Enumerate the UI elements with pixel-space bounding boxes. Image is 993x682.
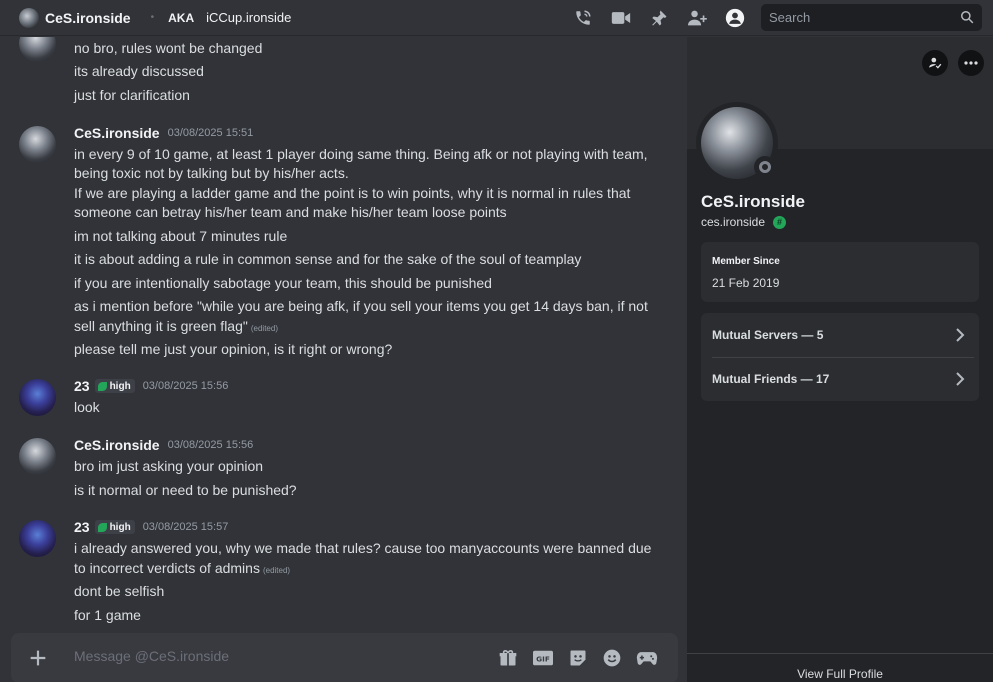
- clan-tag[interactable]: high: [94, 520, 135, 534]
- message-text: to incorrect verdicts of admins: [74, 560, 260, 576]
- view-full-profile-button[interactable]: View Full Profile: [687, 653, 993, 682]
- leaf-icon: [97, 522, 107, 532]
- message-text: im not talking about 7 minutes rule: [74, 228, 288, 244]
- mutual-servers-row[interactable]: Mutual Servers — 5: [701, 313, 979, 357]
- message-text-edited: to incorrect verdicts of admins (edited): [74, 558, 654, 581]
- edited-label: (edited): [250, 324, 278, 333]
- user-profile-panel: CeS.ironside ces.ironside # Member Since…: [687, 37, 993, 682]
- message-text: look: [74, 399, 100, 415]
- separator-dot: •: [150, 12, 155, 23]
- avatar[interactable]: [19, 126, 56, 163]
- message-text: no bro, rules wont be changed: [74, 40, 263, 56]
- pin-icon[interactable]: [648, 8, 670, 28]
- dm-avatar[interactable]: [19, 7, 39, 28]
- hashtag-badge-icon[interactable]: #: [773, 215, 787, 229]
- user-profile-icon[interactable]: [724, 8, 746, 28]
- message-text: sell anything it is green flag": [74, 318, 248, 334]
- timestamp: 03/08/2025 15:51: [167, 127, 254, 139]
- avatar[interactable]: [19, 438, 56, 475]
- message-text: it is about adding a rule in common sens…: [74, 251, 582, 267]
- message-text: being toxic not by talking but by his/he…: [74, 165, 349, 181]
- gift-icon[interactable]: [498, 648, 518, 671]
- voice-call-icon[interactable]: [572, 8, 594, 28]
- avatar[interactable]: [19, 37, 56, 62]
- username[interactable]: 23: [74, 519, 90, 535]
- username[interactable]: CeS.ironside: [74, 437, 160, 453]
- profile-username[interactable]: ces.ironside: [701, 215, 765, 229]
- username[interactable]: 23: [74, 378, 90, 394]
- gif-icon[interactable]: GIF: [532, 648, 554, 671]
- message-text: as i mention before "while you are being…: [74, 298, 648, 314]
- search-box[interactable]: [761, 4, 982, 31]
- sticker-icon[interactable]: [568, 648, 588, 671]
- mutual-servers-label: Mutual Servers — 5: [712, 328, 824, 342]
- avatar[interactable]: [19, 520, 56, 557]
- mutuals-card: Mutual Servers — 5 Mutual Friends — 17: [701, 313, 979, 401]
- profile-avatar[interactable]: [696, 102, 778, 184]
- member-since-label: Member Since: [712, 256, 780, 267]
- clan-tag-label: high: [109, 380, 131, 392]
- friend-check-icon: [929, 57, 942, 69]
- svg-text:GIF: GIF: [536, 655, 550, 664]
- more-options-button[interactable]: [958, 50, 984, 76]
- top-bar: CeS.ironside • AKA iCCup.ironside: [0, 0, 993, 36]
- message-text: please tell me just your opinion, is it …: [74, 341, 393, 357]
- message-list[interactable]: no bro, rules wont be changed its alread…: [0, 37, 687, 682]
- timestamp: 03/08/2025 15:56: [167, 439, 254, 451]
- search-input[interactable]: [761, 10, 951, 25]
- timestamp: 03/08/2025 15:56: [142, 380, 229, 392]
- profile-display-name: CeS.ironside: [701, 192, 805, 211]
- message-composer: GIF: [11, 633, 678, 682]
- aka-name: iCCup.ironside: [206, 10, 292, 25]
- message-text-edited: sell anything it is green flag" (edited): [74, 316, 654, 339]
- message-text: someone can betray his/her team and make…: [74, 204, 507, 220]
- search-icon[interactable]: [960, 10, 974, 27]
- message-text: its already discussed: [74, 63, 204, 79]
- message-text: dont be selfish: [74, 583, 165, 599]
- member-since-card: Member Since 21 Feb 2019: [701, 242, 979, 302]
- aka-label: AKA: [168, 10, 195, 25]
- message-text: for 1 game: [74, 607, 141, 623]
- friend-status-button[interactable]: [922, 50, 948, 76]
- leaf-icon: [97, 381, 107, 391]
- message-text: is it normal or need to be punished?: [74, 482, 297, 498]
- chevron-right-icon: [955, 371, 965, 390]
- mutual-friends-label: Mutual Friends — 17: [712, 372, 830, 386]
- emoji-icon[interactable]: [602, 648, 622, 671]
- timestamp: 03/08/2025 15:57: [142, 521, 229, 533]
- plus-icon[interactable]: [27, 647, 49, 672]
- add-friend-icon[interactable]: [686, 8, 708, 28]
- message-text: bro im just asking your opinion: [74, 458, 264, 474]
- more-icon: [964, 61, 978, 65]
- username[interactable]: CeS.ironside: [74, 125, 160, 141]
- edited-label: (edited): [262, 566, 291, 575]
- offline-status-icon: [754, 156, 776, 178]
- video-call-icon[interactable]: [610, 8, 632, 28]
- avatar[interactable]: [19, 379, 56, 416]
- chevron-right-icon: [955, 327, 965, 346]
- message-text: i already answered you, why we made that…: [74, 540, 652, 556]
- message-text: if you are intentionally sabotage your t…: [74, 275, 492, 291]
- activities-icon[interactable]: [636, 648, 658, 671]
- clan-tag-label: high: [109, 521, 131, 533]
- message-text: just for clarification: [74, 87, 190, 103]
- clan-tag[interactable]: high: [94, 379, 135, 393]
- mutual-friends-row[interactable]: Mutual Friends — 17: [701, 357, 979, 401]
- message-text: in every 9 of 10 game, at least 1 player…: [74, 146, 648, 162]
- dm-title[interactable]: CeS.ironside: [45, 10, 131, 26]
- message-text: If we are playing a ladder game and the …: [74, 185, 631, 201]
- member-since-date: 21 Feb 2019: [712, 276, 780, 290]
- message-input[interactable]: [74, 648, 374, 664]
